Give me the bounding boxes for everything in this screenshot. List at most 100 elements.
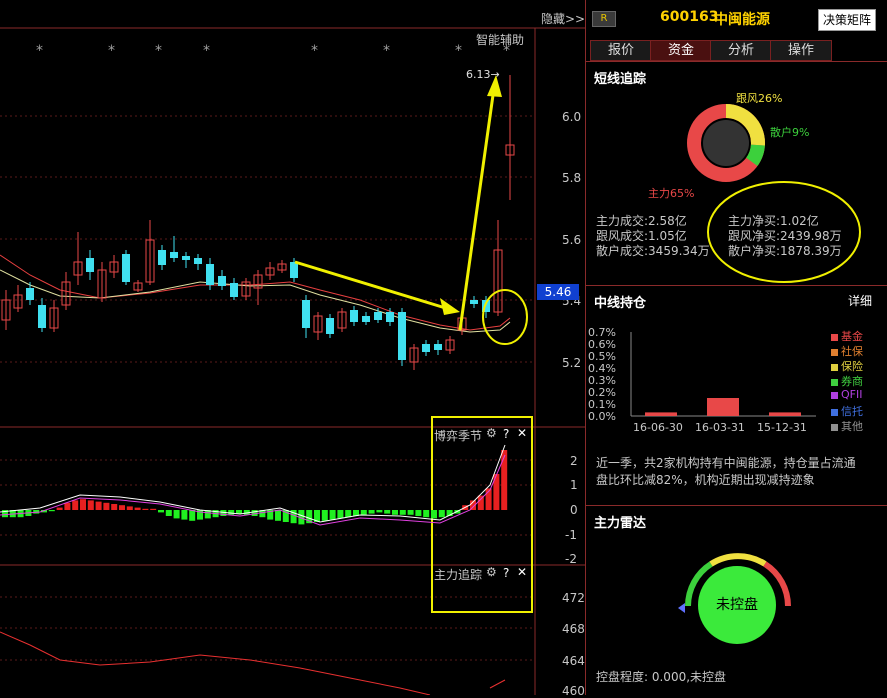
stock-header: R 600163 中闽能源 决策矩阵 [586,0,887,38]
x-tick-label: 16-03-31 [695,421,745,434]
help-icon[interactable]: ? [503,566,509,580]
candle-body [398,312,406,360]
ind1-tick: -1 [565,528,577,542]
price-tick: 5.6 [562,233,582,247]
indicator-bar [150,508,157,510]
holding-bar [707,398,739,416]
indicator-bar [438,510,445,518]
indicator-bar [80,499,86,510]
candle-body [170,252,178,258]
tab-operate[interactable]: 操作 [770,40,832,61]
ind2-tick: 464 [562,654,585,668]
indicator-bar [423,510,430,518]
indicator-bar [275,510,281,521]
holding-bar [645,412,677,416]
legend-swatch [831,378,838,386]
stock-chart[interactable]: * * * * * * * * [0,0,585,695]
candle-body [434,344,442,350]
legend-label: 信托 [841,405,863,418]
candle-body [194,258,202,264]
svg-text:*: * [108,43,115,59]
candle-body [158,250,166,265]
stock-name: 中闽能源 [714,12,770,28]
legend-label: QFII [841,388,863,401]
signal-markers: * * * * * * * * [36,43,510,59]
candle-body [302,300,310,328]
candle-body [218,276,226,286]
svg-text:*: * [383,43,390,59]
indicator-bar [165,510,172,516]
candle-body [350,310,358,322]
legend-swatch [831,333,838,341]
indicator-bar [360,510,367,515]
svg-text:*: * [311,43,318,59]
hide-button[interactable]: 隐藏>> [541,10,585,27]
legend-item: 信托 [831,403,863,419]
hold-desc: 近一季，共2家机构持有中闽能源，持仓量占流通 [596,456,856,470]
indicator-bar [103,502,110,510]
ind2-tick: 472 [562,591,585,605]
indicator1-title: 博弈季节 [434,429,483,443]
high-price-label: 6.13→ [466,68,500,81]
r-badge: R [592,11,616,27]
indicator-bar [345,510,352,518]
indicator-bar [119,505,125,510]
candle-body [362,316,370,322]
legend-item: 基金 [831,328,863,344]
legend-label: 社保 [841,345,863,358]
fund-donut [687,104,765,182]
legend-item: 券商 [831,373,863,389]
gear-icon[interactable]: ⚙ [486,565,497,579]
retail-deal: 散户成交:3459.34万 [596,244,710,258]
close-icon[interactable]: ✕ [517,565,527,579]
tab-quote[interactable]: 报价 [590,40,652,61]
indicator-bar [158,510,164,513]
indicator-bar [431,510,437,519]
indicator-bar [236,510,242,514]
indicator-bar [142,508,149,510]
ind2-tick: 468 [562,622,585,636]
legend-label: 基金 [841,330,863,343]
tab-funds[interactable]: 资金 [650,40,712,61]
x-tick-label: 15-12-31 [757,421,807,434]
help-icon[interactable]: ? [503,427,509,441]
indicator-bar [384,510,391,514]
smart-assist-label[interactable]: 智能辅助 [476,31,524,48]
legend-label: 券商 [841,375,863,388]
legend-swatch [831,408,838,416]
legend-label: 其他 [841,420,863,433]
current-price-tag: 5.46 [537,284,579,300]
follow-label: 跟风26% [736,92,783,105]
close-icon[interactable]: ✕ [517,426,527,440]
retail-label: 散户9% [770,126,810,139]
indicator-bar [126,506,133,510]
x-tick-label: 16-06-30 [633,421,683,434]
indicator-bar [337,510,344,519]
svg-text:*: * [455,43,462,59]
panel-tabs: 报价 资金 分析 操作 [586,40,887,61]
indicator-bar [399,510,406,515]
indicator-bar [181,510,188,520]
stock-code: 600163 [660,9,719,25]
candle-body [470,300,478,304]
candle-body [230,283,238,297]
section-title: 短线追踪 [594,72,647,87]
price-tick: 5.8 [562,171,582,185]
ind1-tick: 1 [570,478,578,492]
holding-bar [769,412,801,416]
section-title: 主力雷达 [594,516,647,531]
indicator-bar [64,502,71,510]
mid-hold-section: 中线持仓 详细 0.7% 0.6% 0.5% 0.4% 0.3% 0.2% 0.1% 0.0%… [586,285,887,506]
decision-matrix-button[interactable]: 决策矩阵 [818,9,876,31]
gear-icon[interactable]: ⚙ [486,426,497,440]
ind1-tick: 0 [570,503,578,517]
tab-analysis[interactable]: 分析 [710,40,772,61]
control-status-circle: 未控盘 [698,566,776,644]
indicator-bar [392,510,398,515]
candle-body [422,344,430,352]
detail-link[interactable]: 详细 [848,292,872,309]
svg-text:*: * [155,43,162,59]
indicator-bar [87,500,94,510]
indicator-bar [501,450,508,510]
candle-body [374,312,382,320]
